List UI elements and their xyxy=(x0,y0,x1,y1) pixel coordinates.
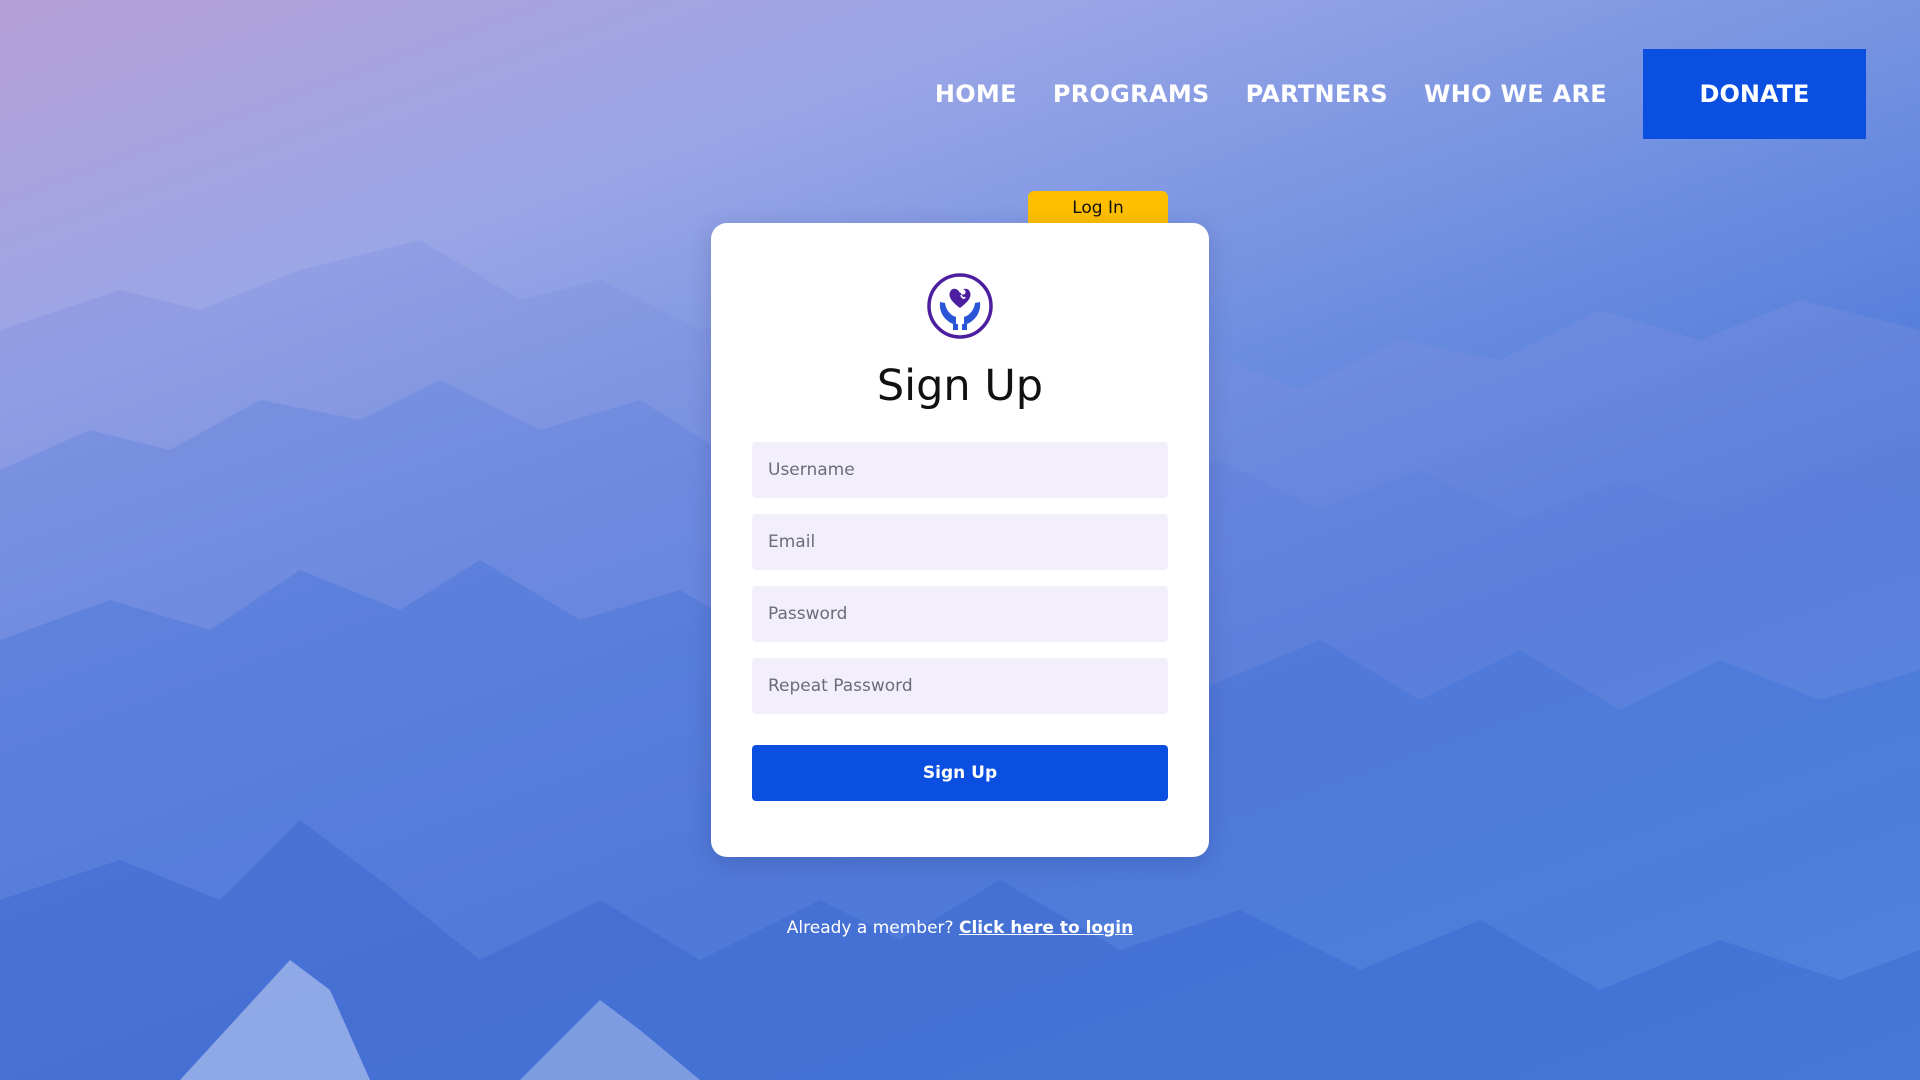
donate-button[interactable]: DONATE xyxy=(1643,49,1866,139)
login-prompt-text: Already a member? xyxy=(786,918,959,938)
password-field[interactable] xyxy=(752,586,1168,642)
repeat-password-field[interactable] xyxy=(752,658,1168,714)
nav-item-programs[interactable]: PROGRAMS xyxy=(1053,80,1210,108)
login-tab[interactable]: Log In xyxy=(1028,191,1168,225)
login-link[interactable]: Click here to login xyxy=(959,918,1133,938)
login-prompt: Already a member? Click here to login xyxy=(0,918,1920,938)
email-field[interactable] xyxy=(752,514,1168,570)
signup-card: Sign Up Sign Up xyxy=(711,223,1209,857)
nav-item-home[interactable]: HOME xyxy=(935,80,1017,108)
nav-item-partners[interactable]: PARTNERS xyxy=(1246,80,1388,108)
nav-item-who-we-are[interactable]: WHO WE ARE xyxy=(1424,80,1607,108)
sign-up-button[interactable]: Sign Up xyxy=(752,745,1168,801)
username-field[interactable] xyxy=(752,442,1168,498)
page-title: Sign Up xyxy=(876,361,1044,411)
main-nav: HOME PROGRAMS PARTNERS WHO WE ARE DONATE xyxy=(935,49,1866,139)
heart-in-hands-icon xyxy=(927,273,993,339)
